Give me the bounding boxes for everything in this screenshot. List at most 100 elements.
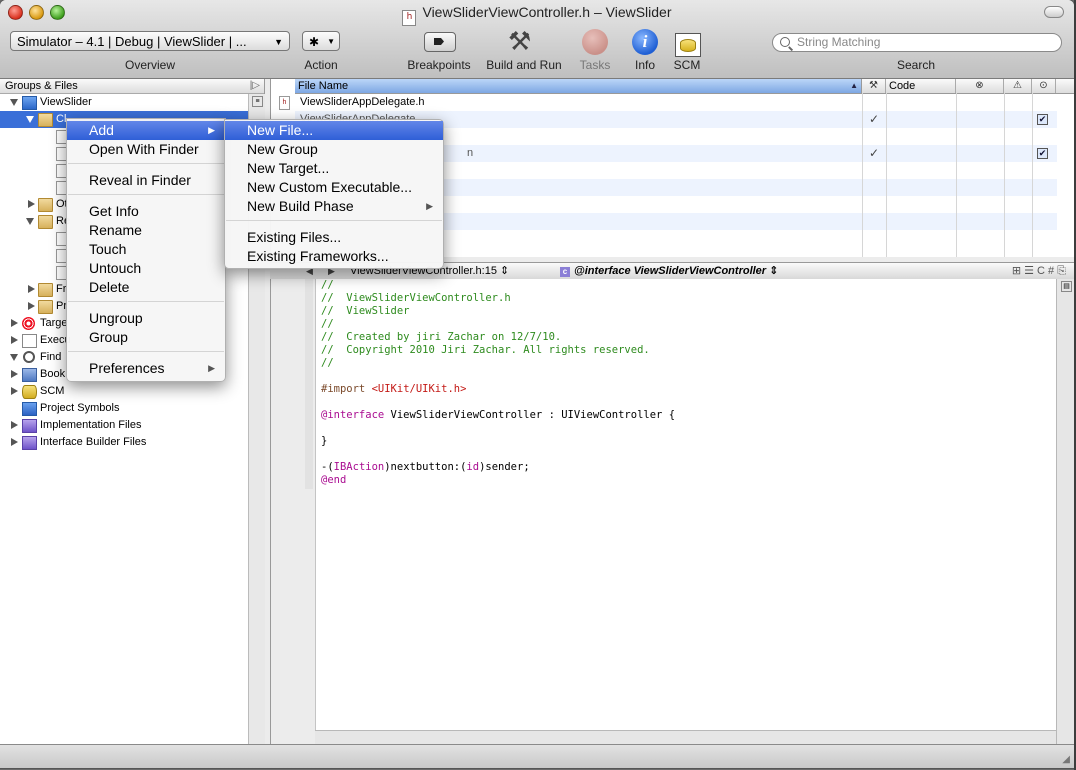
- split-handle-icon[interactable]: |▷: [250, 79, 260, 93]
- menu-item-preferences[interactable]: Preferences ▶: [67, 359, 225, 378]
- build-check-icon[interactable]: ✓: [869, 145, 879, 162]
- column-divider: [1004, 93, 1005, 257]
- smart-group-icon: [22, 436, 37, 450]
- list-view-icon[interactable]: ≡: [252, 96, 263, 107]
- disclosure-closed-icon[interactable]: [11, 370, 18, 378]
- project-icon: [22, 96, 37, 110]
- info-icon[interactable]: i: [632, 29, 658, 55]
- menu-item-existing-frameworks[interactable]: Existing Frameworks...: [225, 247, 443, 266]
- tree-item-implementation-files[interactable]: Implementation Files: [0, 417, 248, 434]
- window-title: h ViewSliderViewController.h – ViewSlider: [0, 4, 1074, 26]
- build-check-icon[interactable]: ✓: [869, 111, 879, 128]
- scm-icon[interactable]: [675, 33, 701, 57]
- menu-item-untouch[interactable]: Untouch: [67, 259, 225, 278]
- menu-item-new-target[interactable]: New Target...: [225, 159, 443, 178]
- class-icon: c: [560, 267, 570, 277]
- column-code[interactable]: Code: [886, 79, 956, 93]
- disclosure-open-icon[interactable]: [26, 116, 34, 123]
- search-icon: [780, 37, 790, 47]
- column-divider: [956, 93, 957, 257]
- disclosure-closed-icon[interactable]: [28, 200, 35, 208]
- code-line: // Copyright 2010 Jiri Zachar. All right…: [321, 344, 650, 356]
- overview-popup[interactable]: Simulator – 4.1 | Debug | ViewSlider | .…: [10, 31, 290, 51]
- tree-item-label: SCM: [40, 385, 65, 397]
- tree-item-label: ViewSlider: [40, 96, 92, 108]
- menu-item-new-build-phase[interactable]: New Build Phase ▶: [225, 197, 443, 216]
- code-line: //: [321, 279, 334, 291]
- tree-item-scm[interactable]: SCM: [0, 383, 248, 400]
- tree-item-project-symbols[interactable]: Project Symbols: [0, 400, 248, 417]
- menu-item-add[interactable]: Add ▶: [67, 121, 225, 140]
- disclosure-closed-icon[interactable]: [11, 336, 18, 344]
- target-checkbox[interactable]: ✔: [1037, 148, 1048, 159]
- toolbar-toggle-button[interactable]: [1044, 6, 1064, 18]
- menu-item-delete[interactable]: Delete: [67, 278, 225, 297]
- disclosure-closed-icon[interactable]: [11, 438, 18, 446]
- warning-icon[interactable]: ⚠: [1004, 79, 1032, 93]
- disclosure-closed-icon[interactable]: [11, 387, 18, 395]
- search-input[interactable]: String Matching: [772, 33, 1062, 52]
- menu-item-new-group[interactable]: New Group: [225, 140, 443, 159]
- target-membership-icon[interactable]: ⊙: [1032, 79, 1056, 93]
- folder-icon: [38, 113, 53, 127]
- disclosure-closed-icon[interactable]: [28, 302, 35, 310]
- action-label: Action: [304, 58, 338, 72]
- tree-item-viewslider[interactable]: ViewSlider: [0, 94, 248, 111]
- disclosure-open-icon[interactable]: [10, 99, 18, 106]
- build-and-run-icon[interactable]: ⚒: [508, 26, 540, 56]
- chevron-down-icon: ▼: [327, 37, 335, 46]
- menu-item-new-file[interactable]: New File...: [225, 121, 443, 140]
- menu-item-open-with-finder[interactable]: Open With Finder: [67, 140, 225, 159]
- error-icon[interactable]: ⊗: [956, 79, 1004, 93]
- column-divider: [886, 93, 887, 257]
- tasks-stop-icon[interactable]: [582, 29, 608, 55]
- code-text[interactable]: // // ViewSliderViewController.h // View…: [321, 279, 675, 487]
- tree-item-interface-builder-files[interactable]: Interface Builder Files: [0, 434, 248, 451]
- hammer-icon[interactable]: ⚒: [862, 79, 886, 93]
- breakpoints-label[interactable]: Breakpoints: [404, 58, 474, 72]
- code-token: -(: [321, 461, 334, 473]
- menu-item-rename[interactable]: Rename: [67, 221, 225, 240]
- disclosure-closed-icon[interactable]: [11, 421, 18, 429]
- breakpoints-icon[interactable]: [424, 32, 456, 52]
- split-editor-icon[interactable]: ▤: [1061, 281, 1072, 292]
- symbol-popup[interactable]: c @interface ViewSliderViewController ⇕: [560, 263, 778, 279]
- menu-item-label: Preferences: [89, 360, 165, 376]
- code-token: )sender;: [479, 461, 530, 473]
- menu-item-existing-files[interactable]: Existing Files...: [225, 228, 443, 247]
- menu-separator: [68, 301, 224, 302]
- tasks-label[interactable]: Tasks: [575, 58, 615, 72]
- code-line: // Created by jiri Zachar on 12/7/10.: [321, 331, 562, 343]
- menu-item-reveal-in-finder[interactable]: Reveal in Finder: [67, 171, 225, 190]
- editor-tools[interactable]: ⊞ ☰ C # ⎘: [1012, 263, 1066, 279]
- code-editor[interactable]: // // ViewSliderViewController.h // View…: [270, 279, 1057, 744]
- disclosure-open-icon[interactable]: [10, 354, 18, 361]
- disclosure-open-icon[interactable]: [26, 218, 34, 225]
- column-divider: [1032, 93, 1033, 257]
- column-file-name[interactable]: File Name ▲: [295, 79, 862, 93]
- menu-item-ungroup[interactable]: Ungroup: [67, 309, 225, 328]
- menu-item-get-info[interactable]: Get Info: [67, 202, 225, 221]
- resize-grip-icon[interactable]: ◢: [1062, 754, 1070, 765]
- table-row[interactable]: h ViewSliderAppDelegate.h: [279, 94, 1057, 111]
- editor-horizontal-scrollbar[interactable]: [315, 730, 1056, 745]
- menu-item-new-custom-executable[interactable]: New Custom Executable...: [225, 178, 443, 197]
- status-bar: ◢: [0, 744, 1074, 768]
- scm-label[interactable]: SCM: [667, 58, 707, 72]
- target-checkbox[interactable]: ✔: [1037, 114, 1048, 125]
- disclosure-closed-icon[interactable]: [28, 285, 35, 293]
- groups-header: Groups & Files |▷: [0, 79, 264, 94]
- editor-vertical-scrollbar[interactable]: ▤: [1056, 279, 1074, 744]
- search-label: Search: [896, 58, 936, 72]
- tree-item-label: Implementation Files: [40, 419, 142, 431]
- action-popup[interactable]: ✱ ▼: [302, 31, 340, 51]
- column-file-name-label: File Name: [298, 80, 349, 92]
- build-and-run-label[interactable]: Build and Run: [484, 58, 564, 72]
- window-title-text: ViewSliderViewController.h – ViewSlider: [422, 4, 672, 20]
- file-list-header: File Name ▲ ⚒ Code ⊗ ⚠ ⊙: [295, 79, 1074, 94]
- menu-item-touch[interactable]: Touch: [67, 240, 225, 259]
- menu-item-group[interactable]: Group: [67, 328, 225, 347]
- focus-ribbon[interactable]: [305, 279, 313, 489]
- info-label[interactable]: Info: [625, 58, 665, 72]
- disclosure-closed-icon[interactable]: [11, 319, 18, 327]
